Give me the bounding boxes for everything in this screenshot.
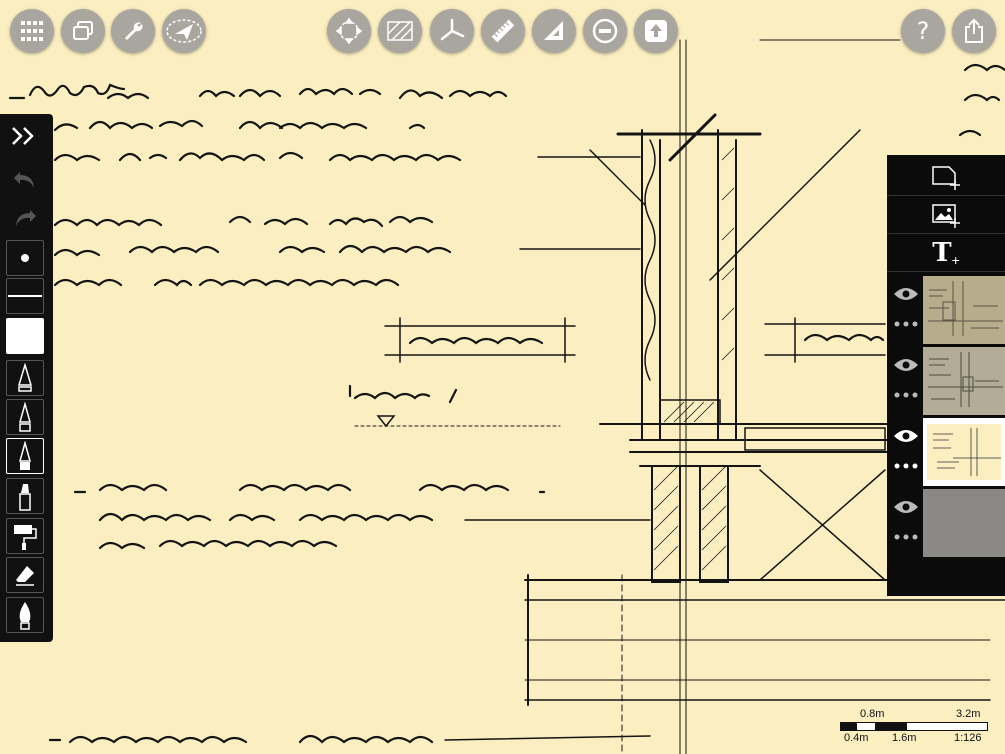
image-layer-icon [932, 204, 960, 228]
brush-size-button[interactable] [6, 240, 44, 276]
help-button[interactable]: ? [901, 9, 945, 53]
sketch-drawing [8, 39, 1005, 754]
more-options-icon[interactable] [893, 533, 919, 541]
more-options-icon[interactable] [893, 391, 919, 399]
axis-icon [440, 18, 465, 41]
layer-row[interactable] [887, 276, 1005, 346]
dot-icon [21, 254, 29, 262]
grid-menu-icon [21, 21, 43, 41]
scale-ruler [840, 722, 988, 731]
text-layer-icon: T [932, 238, 952, 268]
scale-bar: 0.8m 3.2m 0.4m 1.6m 1:126 [838, 708, 988, 752]
undo-icon [14, 172, 34, 188]
collapse-palette-button[interactable] [10, 124, 38, 153]
more-options-icon[interactable] [893, 462, 919, 470]
layer-thumbnail [923, 489, 1005, 557]
image-layer-button[interactable] [887, 197, 1005, 234]
new-layer-button[interactable] [887, 159, 1005, 196]
set-square-icon [544, 21, 563, 40]
ruler-button[interactable] [481, 9, 525, 53]
fill-pen-icon [19, 602, 31, 630]
scale-label-bottom: 1.6m [892, 732, 917, 744]
layers-panel: T + [887, 155, 1005, 596]
redo-icon [16, 210, 36, 226]
upload-button[interactable] [634, 9, 678, 53]
color-swatch-button[interactable] [6, 318, 44, 354]
layer-thumbnail [923, 347, 1005, 415]
plus-icon: + [951, 252, 960, 268]
layer-thumbnail [923, 418, 1005, 486]
eraser-icon [16, 566, 34, 586]
eraser-tool[interactable] [6, 557, 44, 593]
subtract-button[interactable] [583, 9, 627, 53]
more-options-icon[interactable] [893, 320, 919, 328]
technical-pen-icon [19, 402, 31, 432]
wrench-icon [125, 22, 143, 40]
drawing-canvas[interactable] [0, 0, 1005, 754]
hatch-icon [387, 21, 413, 41]
eye-icon[interactable] [893, 428, 919, 444]
pencil-tool[interactable] [6, 360, 44, 396]
tool-palette [0, 114, 53, 642]
grid-menu-button[interactable] [10, 9, 54, 53]
layer-row[interactable] [887, 347, 1005, 417]
marker-icon [19, 484, 31, 511]
text-layer-button[interactable]: T + [887, 235, 1005, 272]
layer-row[interactable] [887, 489, 1005, 559]
fill-pen-tool[interactable] [6, 597, 44, 633]
line-weight-icon [8, 295, 42, 297]
minus-circle-icon [592, 18, 618, 44]
scale-label-top: 3.2m [956, 708, 981, 720]
hatch-button[interactable] [378, 9, 422, 53]
navigate-icon [166, 19, 202, 43]
fineliner-tool[interactable] [6, 438, 44, 474]
eye-icon[interactable] [893, 499, 919, 515]
transform-icon [336, 18, 362, 44]
windows-button[interactable] [61, 9, 105, 53]
axis-button[interactable] [430, 9, 474, 53]
roller-tool[interactable] [6, 518, 44, 554]
help-label: ? [916, 17, 930, 45]
layer-thumbnail [923, 276, 1005, 344]
share-button[interactable] [952, 9, 996, 53]
upload-icon [645, 20, 667, 42]
eye-icon[interactable] [893, 357, 919, 373]
redo-button[interactable] [12, 206, 38, 233]
double-chevron-right-icon [12, 127, 34, 145]
transform-button[interactable] [327, 9, 371, 53]
scale-label-bottom: 0.4m [844, 732, 869, 744]
scale-label-top: 0.8m [860, 708, 885, 720]
share-icon [965, 18, 983, 43]
set-square-button[interactable] [532, 9, 576, 53]
marker-tool[interactable] [6, 478, 44, 514]
undo-button[interactable] [12, 168, 38, 195]
settings-button[interactable] [111, 9, 155, 53]
eye-icon[interactable] [893, 286, 919, 302]
new-layer-icon [932, 166, 960, 190]
windows-icon [73, 21, 93, 40]
scale-ratio: 1:126 [954, 732, 982, 744]
roller-icon [14, 525, 37, 550]
layer-row-selected[interactable] [887, 418, 1005, 488]
ruler-icon [491, 19, 515, 43]
fineliner-icon [19, 441, 31, 470]
line-weight-button[interactable] [6, 278, 44, 314]
pencil-icon [17, 363, 33, 392]
technical-pen-tool[interactable] [6, 399, 44, 435]
navigate-button[interactable] [162, 9, 206, 53]
